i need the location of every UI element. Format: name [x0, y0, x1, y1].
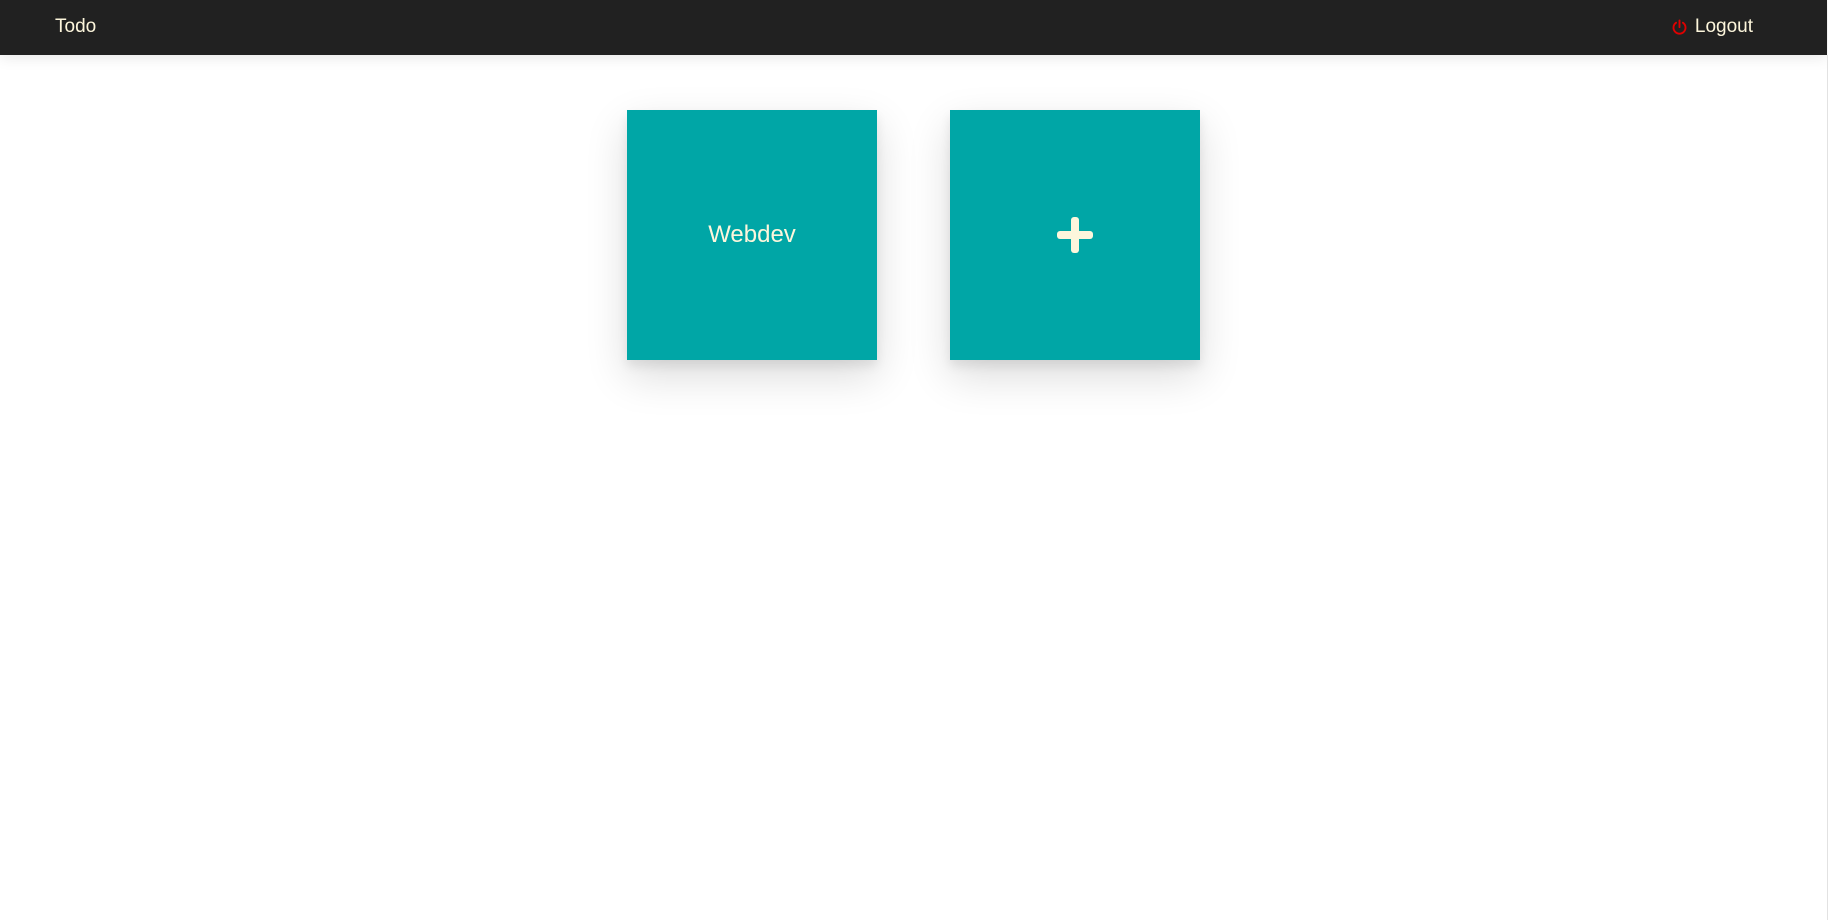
add-board-button[interactable] [950, 110, 1200, 360]
top-navbar: Todo Logout [0, 0, 1827, 55]
board-card-webdev[interactable]: Webdev [627, 110, 877, 360]
brand-link[interactable]: Todo [55, 16, 96, 38]
logout-label: Logout [1694, 16, 1753, 37]
power-icon [1671, 18, 1688, 36]
board-title: Webdev [708, 221, 796, 248]
app-root: Todo Logout Webdev [0, 0, 1828, 920]
logout-button[interactable]: Logout [1671, 16, 1753, 38]
plus-icon [1057, 217, 1093, 253]
